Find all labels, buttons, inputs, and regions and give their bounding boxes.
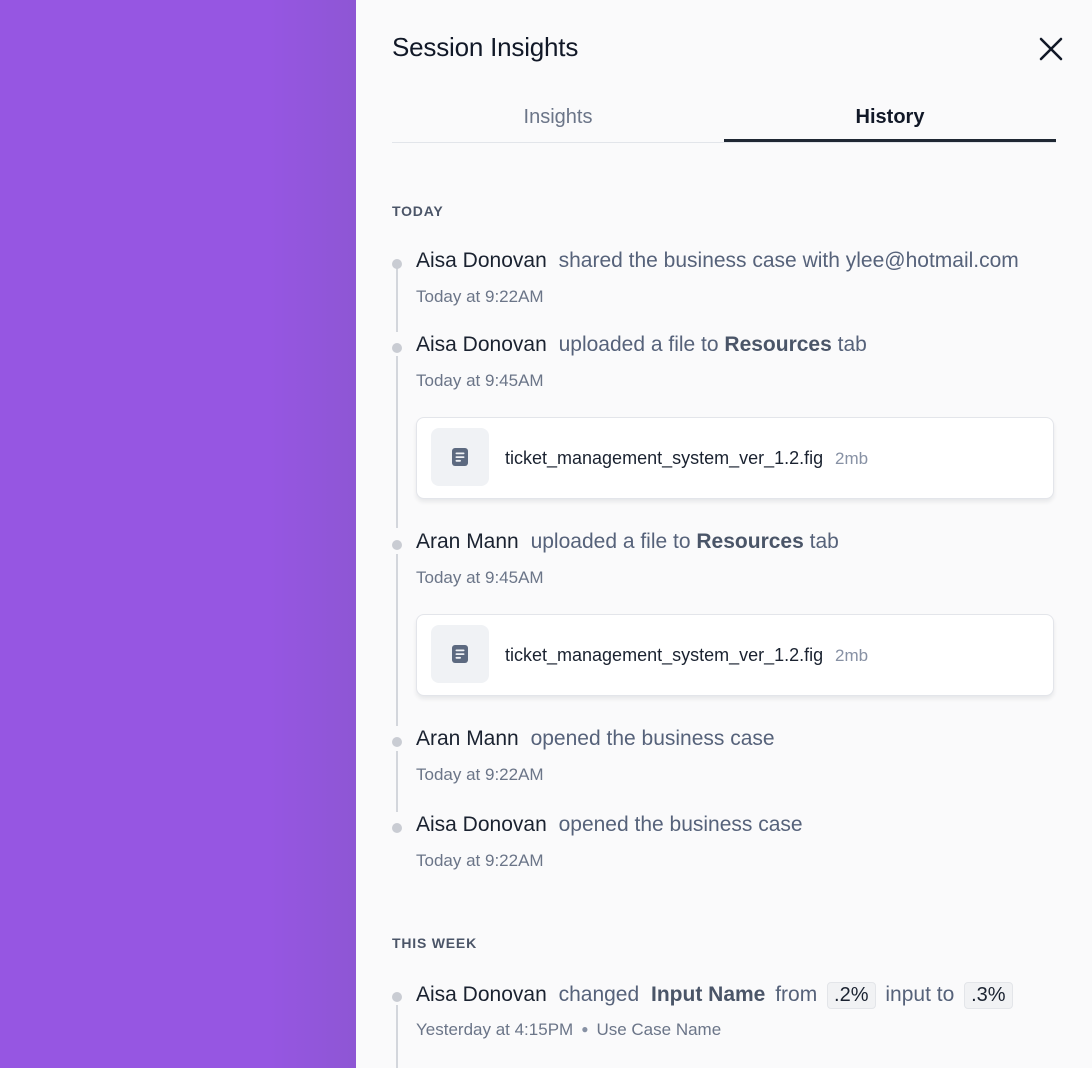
panel-title: Session Insights [392, 32, 579, 62]
timeline-dot [392, 823, 402, 833]
close-icon [1039, 37, 1063, 61]
timeline-dot [392, 259, 402, 269]
section-label-today: TODAY [392, 203, 444, 219]
entry-target-tab: Resources [724, 333, 832, 356]
close-button[interactable] [1036, 34, 1066, 64]
entry-action: changed [558, 983, 640, 1006]
timeline-connector [396, 554, 398, 726]
entry-timestamp: Today at 9:45AM [416, 371, 544, 390]
entry-action: opened the business case [558, 813, 803, 836]
actor-name: Aran Mann [416, 530, 519, 553]
entry-action: opened the business case [530, 727, 775, 750]
entry-text: Aisa Donovan changed Input Name from .2%… [416, 982, 1017, 1009]
timeline-dot [392, 737, 402, 747]
entry-action-suffix: tab [837, 333, 867, 356]
file-icon-tile [431, 625, 489, 683]
timeline-dot [392, 343, 402, 353]
file-icon-tile [431, 428, 489, 486]
entry-context: Use Case Name [596, 1020, 722, 1039]
file-name: ticket_management_system_ver_1.2.fig [505, 448, 824, 468]
entry-text: Aran Mann opened the business case [416, 727, 775, 751]
changed-field-name: Input Name [651, 983, 766, 1006]
timeline-connector [396, 356, 398, 528]
tab-bar: Insights History [392, 92, 1056, 143]
file-size: 2mb [835, 449, 869, 468]
actor-name: Aisa Donovan [416, 249, 547, 272]
timeline-connector [396, 268, 398, 332]
actor-name: Aisa Donovan [416, 813, 547, 836]
entry-target-tab: Resources [696, 530, 804, 553]
tab-insights[interactable]: Insights [392, 92, 724, 140]
entry-text: Aisa Donovan shared the business case wi… [416, 249, 1019, 273]
tab-history[interactable]: History [724, 92, 1056, 142]
entry-action: shared the business case with ylee@hotma… [558, 249, 1019, 272]
entry-timestamp: Yesterday at 4:15PM ● Use Case Name [416, 1020, 721, 1040]
new-value-chip: .3% [964, 982, 1013, 1009]
actor-name: Aisa Donovan [416, 983, 547, 1006]
session-insights-panel: Session Insights Insights History TODAY … [356, 0, 1092, 1068]
entry-timestamp: Today at 9:22AM [416, 287, 544, 306]
old-value-chip: .2% [827, 982, 876, 1009]
overlay-backdrop[interactable] [0, 0, 356, 1068]
separator-dot: ● [581, 1022, 589, 1036]
entry-action: uploaded a file to [558, 333, 719, 356]
section-label-this-week: THIS WEEK [392, 935, 477, 951]
from-label: from [775, 983, 818, 1006]
document-icon [452, 645, 468, 663]
entry-timestamp: Today at 9:22AM [416, 765, 544, 784]
file-attachment-card[interactable]: ticket_management_system_ver_1.2.fig 2mb [416, 417, 1054, 499]
entry-timestamp: Today at 9:45AM [416, 568, 544, 587]
timeline-connector [396, 751, 398, 812]
entry-time: Yesterday at 4:15PM [416, 1020, 574, 1039]
entry-text: Aisa Donovan uploaded a file to Resource… [416, 333, 867, 357]
timeline-dot [392, 540, 402, 550]
actor-name: Aran Mann [416, 727, 519, 750]
file-size: 2mb [835, 646, 869, 665]
entry-text: Aisa Donovan opened the business case [416, 813, 803, 837]
actor-name: Aisa Donovan [416, 333, 547, 356]
to-label: input to [885, 983, 955, 1006]
entry-action-suffix: tab [809, 530, 839, 553]
timeline-dot [392, 992, 402, 1002]
timeline-connector [396, 1005, 398, 1068]
document-icon [452, 448, 468, 466]
entry-timestamp: Today at 9:22AM [416, 851, 544, 870]
entry-action: uploaded a file to [530, 530, 691, 553]
entry-text: Aran Mann uploaded a file to Resources t… [416, 530, 839, 554]
file-attachment-card[interactable]: ticket_management_system_ver_1.2.fig 2mb [416, 614, 1054, 696]
file-name: ticket_management_system_ver_1.2.fig [505, 645, 824, 665]
